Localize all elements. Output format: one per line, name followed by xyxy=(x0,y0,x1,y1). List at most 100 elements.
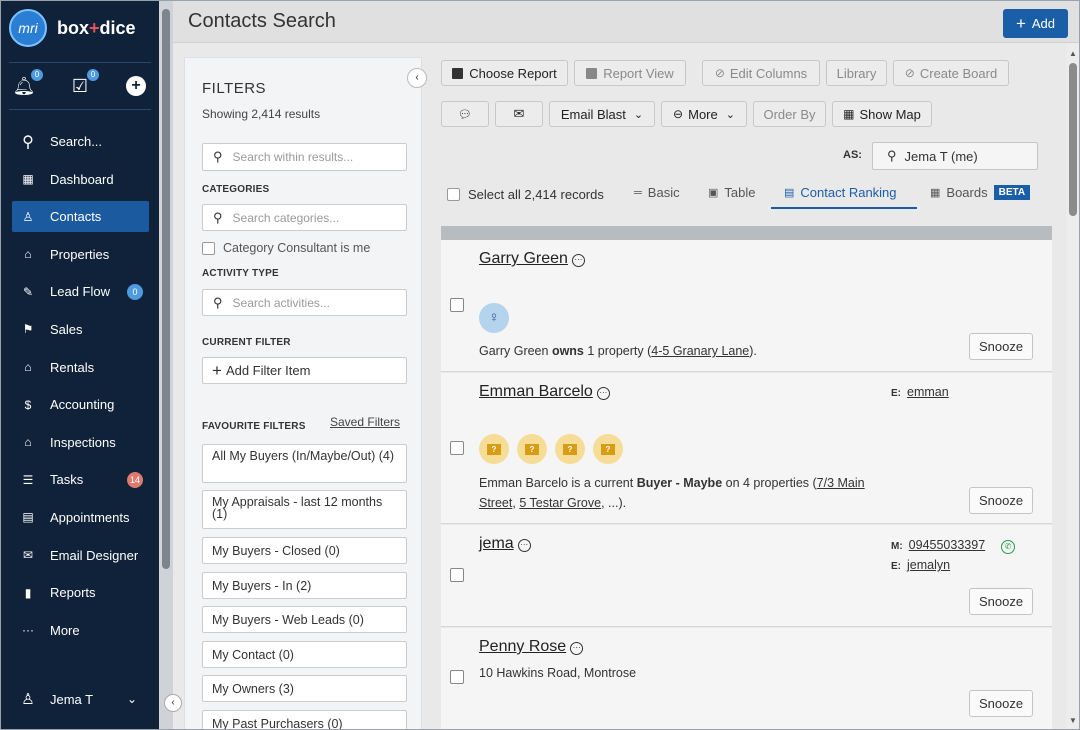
search-categories-input[interactable]: ⚲ Search categories... xyxy=(202,204,407,231)
collapse-filters-button[interactable]: ‹ xyxy=(407,68,427,88)
search-activities-input[interactable]: ⚲ Search activities... xyxy=(202,289,407,316)
property-link[interactable]: 5 Testar Grove xyxy=(519,496,601,510)
tab-table[interactable]: ▣ Table xyxy=(708,185,755,200)
scroll-thumb[interactable] xyxy=(1069,63,1077,216)
tab-basic[interactable]: ═ Basic xyxy=(634,185,680,200)
app-window: mri box+dice 🔔︎ 0 ☑︎ 0 + ⚲ Search... ▦ Dashb… xyxy=(0,0,1080,730)
choose-report-button[interactable]: Choose Report xyxy=(441,60,568,86)
sidebar-scrollbar[interactable] xyxy=(159,1,173,729)
nav-item-more[interactable]: ··· More xyxy=(12,615,149,646)
more-options-icon[interactable]: ··· xyxy=(570,642,584,655)
favourite-filter[interactable]: My Owners (3) xyxy=(202,675,407,702)
chevron-down-icon: ⌄ xyxy=(725,108,735,121)
search-icon: ⚲ xyxy=(213,294,223,310)
nav-label: Accounting xyxy=(50,397,115,413)
contact-checkbox[interactable] xyxy=(450,298,464,312)
contact-checkbox[interactable] xyxy=(450,441,464,455)
bell-icon[interactable]: 🔔︎ 0 xyxy=(13,69,43,97)
tasks-icon: ☰ xyxy=(22,472,34,487)
lead-flow-icon: ✎ xyxy=(22,284,34,299)
contact-description: Garry Green owns 1 property (4-5 Granary… xyxy=(479,344,757,358)
nav-item-rentals[interactable]: ⌂ Rentals xyxy=(12,352,149,383)
snooze-button[interactable]: Snooze xyxy=(969,690,1033,717)
property-link[interactable]: 4-5 Granary Lane xyxy=(651,344,749,358)
more-options-icon[interactable]: ··· xyxy=(517,539,531,552)
contact-checkbox[interactable] xyxy=(450,670,464,684)
nav-item-appointments[interactable]: ▤ Appointments xyxy=(12,502,149,533)
email-button[interactable]: ✉ xyxy=(495,101,543,127)
more-options-icon[interactable]: ··· xyxy=(571,254,585,267)
brand-name: box+dice xyxy=(57,17,136,38)
whatsapp-icon[interactable]: ✆ xyxy=(1001,540,1016,554)
select-all-checkbox[interactable]: Select all 2,414 records xyxy=(447,187,604,202)
create-board-button[interactable]: ⊘ Create Board xyxy=(893,60,1009,86)
more-options-icon[interactable]: ··· xyxy=(596,387,610,400)
nav-item-dashboard[interactable]: ▦ Dashboard xyxy=(12,164,149,195)
contact-name-link[interactable]: Garry Green ··· xyxy=(479,250,585,268)
favourite-filter[interactable]: My Buyers - In (2) xyxy=(202,572,407,599)
nav-item-lead-flow[interactable]: ✎ Lead Flow 0 xyxy=(12,276,149,307)
scroll-up-arrow-icon[interactable]: ▲ xyxy=(1069,49,1077,58)
favourite-filter[interactable]: My Buyers - Closed (0) xyxy=(202,537,407,564)
nav-item-email-designer[interactable]: ✉ Email Designer xyxy=(12,540,149,571)
buyer-flag-icon: ? xyxy=(555,434,585,464)
nav-item-contacts[interactable]: ♙ Contacts xyxy=(12,201,149,233)
nav-item-search[interactable]: ⚲ Search... xyxy=(12,126,149,157)
favourite-filter[interactable]: My Appraisals - last 12 months (1) xyxy=(202,490,407,529)
user-menu[interactable]: ♙ Jema T ⌄ xyxy=(12,685,149,713)
favourite-filter[interactable]: My Past Purchasers (0) xyxy=(202,710,407,729)
category-consultant-checkbox[interactable]: Category Consultant is me xyxy=(202,241,370,255)
order-by-button[interactable]: Order By xyxy=(753,101,826,127)
task-check-icon[interactable]: ☑︎ 0 xyxy=(69,69,99,97)
favourite-filter[interactable]: My Buyers - Web Leads (0) xyxy=(202,606,407,633)
tab-label: Boards xyxy=(946,185,988,200)
email-link[interactable]: emman xyxy=(907,385,949,399)
contact-name-link[interactable]: Penny Rose ··· xyxy=(479,638,584,656)
phone-link[interactable]: 09455033397 xyxy=(909,538,985,552)
saved-filters-link[interactable]: Saved Filters xyxy=(330,415,400,429)
more-dropdown[interactable]: ⊖ More ⌄ xyxy=(661,101,747,127)
snooze-button[interactable]: Snooze xyxy=(969,588,1033,615)
nav-item-reports[interactable]: ▮ Reports xyxy=(12,577,149,608)
add-circle-icon[interactable]: + xyxy=(125,75,147,97)
as-user-select[interactable]: ⚲ Jema T (me) xyxy=(872,142,1038,170)
add-button[interactable]: + Add xyxy=(1003,9,1068,38)
lines-icon: ═ xyxy=(634,186,642,199)
library-button[interactable]: Library xyxy=(826,60,887,86)
contact-name-link[interactable]: jema ··· xyxy=(479,535,531,553)
contact-name-link[interactable]: Emman Barcelo ··· xyxy=(479,383,610,401)
checkbox[interactable] xyxy=(202,241,215,255)
nav-item-properties[interactable]: ⌂ Properties xyxy=(12,239,149,270)
tab-contact-ranking[interactable]: ▤ Contact Ranking xyxy=(784,185,897,200)
edit-columns-button[interactable]: ⊘ Edit Columns xyxy=(702,60,820,86)
nav-item-inspections[interactable]: ⌂ Inspections xyxy=(12,427,149,458)
divider xyxy=(9,62,151,63)
email-blast-dropdown[interactable]: Email Blast ⌄ xyxy=(549,101,655,127)
search-within-results-input[interactable]: ⚲ Search within results... xyxy=(202,143,407,171)
snooze-button[interactable]: Snooze xyxy=(969,333,1033,360)
collapse-sidebar-button[interactable]: ‹ xyxy=(164,694,182,712)
nav-item-accounting[interactable]: $ Accounting xyxy=(12,389,149,420)
scroll-down-arrow-icon[interactable]: ▼ xyxy=(1069,716,1077,725)
list-icon: ▤ xyxy=(784,187,795,199)
tab-label: Basic xyxy=(647,185,680,200)
search-icon: ⚲ xyxy=(887,148,897,163)
contact-checkbox[interactable] xyxy=(450,568,464,582)
sms-button[interactable]: 💬︎ xyxy=(441,101,489,127)
report-view-icon xyxy=(586,67,598,79)
nav-item-tasks[interactable]: ☰ Tasks 14 xyxy=(12,464,149,495)
nav-label: Sales xyxy=(50,321,83,337)
tab-boards[interactable]: ▦ Boards BETA xyxy=(930,185,1031,200)
nav-item-sales[interactable]: ⚑ Sales xyxy=(12,314,149,345)
scroll-thumb[interactable] xyxy=(162,9,170,569)
add-filter-item-button[interactable]: + Add Filter Item xyxy=(202,357,407,384)
brand[interactable]: mri box+dice xyxy=(9,9,136,47)
report-view-button[interactable]: Report View xyxy=(574,60,686,86)
favourite-filter[interactable]: All My Buyers (In/Maybe/Out) (4) xyxy=(202,444,407,483)
checkbox[interactable] xyxy=(447,188,460,201)
main-scrollbar[interactable]: ▲ ▼ xyxy=(1066,43,1079,729)
favourite-filter[interactable]: My Contact (0) xyxy=(202,641,407,668)
email-link[interactable]: jemalyn xyxy=(907,558,950,572)
show-map-button[interactable]: ▦ Show Map xyxy=(832,101,932,127)
snooze-button[interactable]: Snooze xyxy=(969,487,1033,514)
